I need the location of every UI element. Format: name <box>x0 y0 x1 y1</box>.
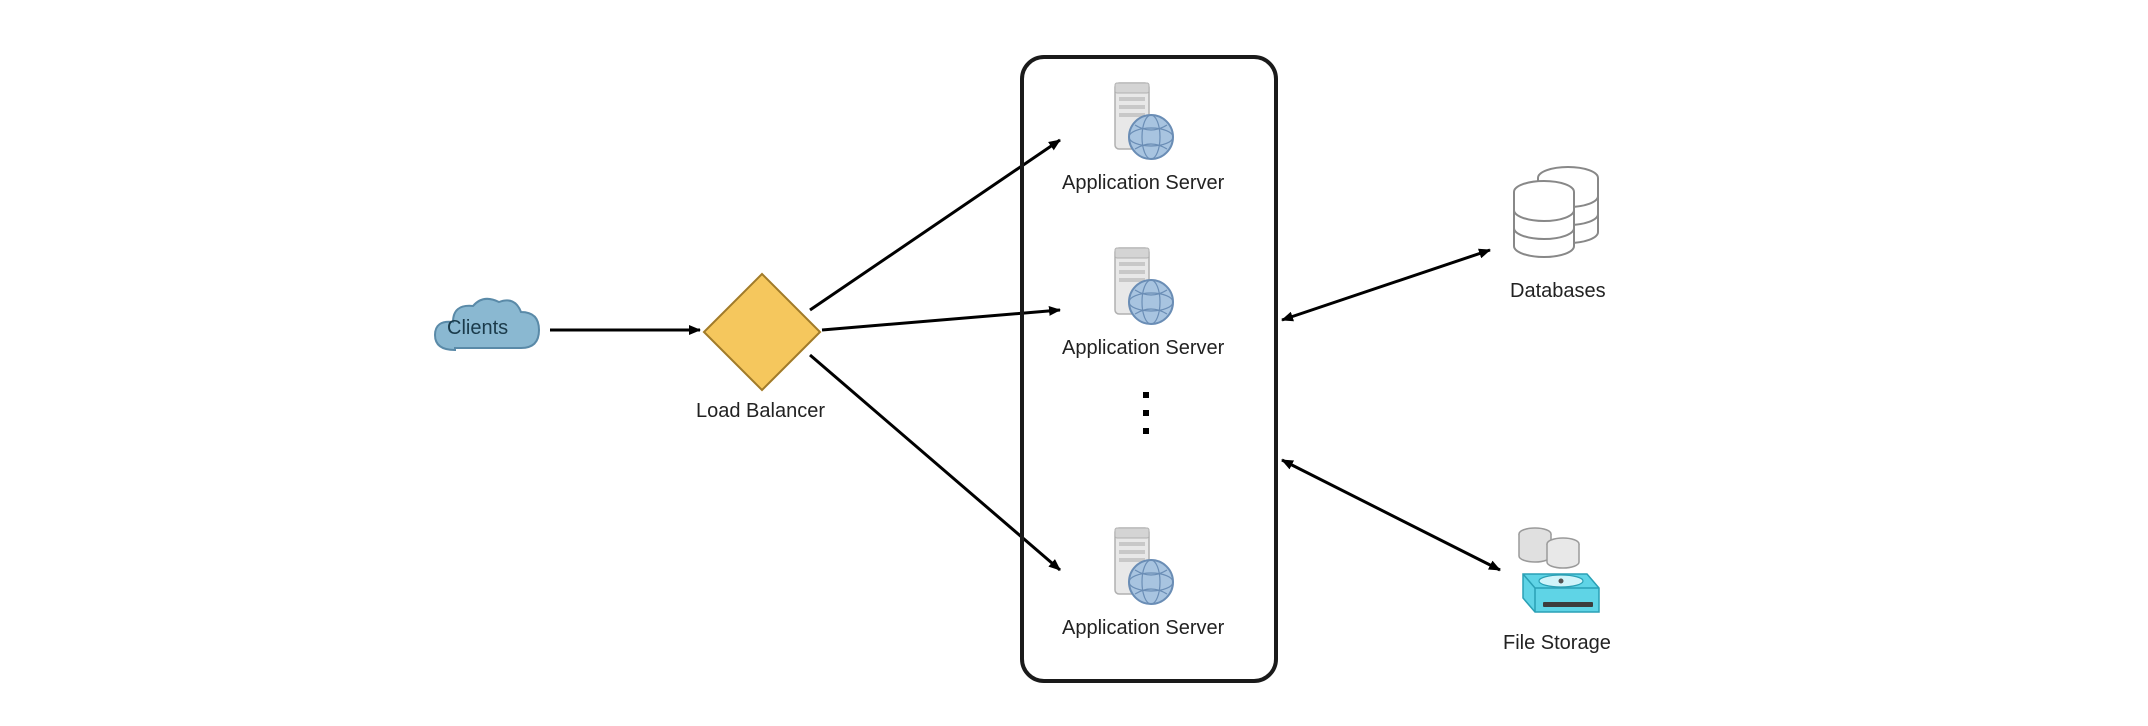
server-icon <box>1095 240 1185 336</box>
clients-label: Clients <box>447 317 508 340</box>
app-server-3-label: Application Server <box>1062 617 1224 640</box>
databases-label: Databases <box>1510 280 1606 303</box>
database-icon <box>1500 160 1610 276</box>
server-icon <box>1095 520 1185 616</box>
app-server-1-label: Application Server <box>1062 172 1224 195</box>
file-storage-label: File Storage <box>1503 632 1611 655</box>
server-icon <box>1095 75 1185 171</box>
app-server-2-label: Application Server <box>1062 337 1224 360</box>
load-balancer-label: Load Balancer <box>696 400 825 423</box>
architecture-diagram: Clients Load Balancer Application Server <box>0 0 2148 726</box>
ellipsis-dots <box>1143 392 1149 434</box>
disk-icon <box>1505 522 1605 628</box>
arrow-cluster-to-storage <box>1282 460 1500 570</box>
arrow-cluster-to-db <box>1282 250 1490 320</box>
diamond-icon <box>720 290 804 374</box>
